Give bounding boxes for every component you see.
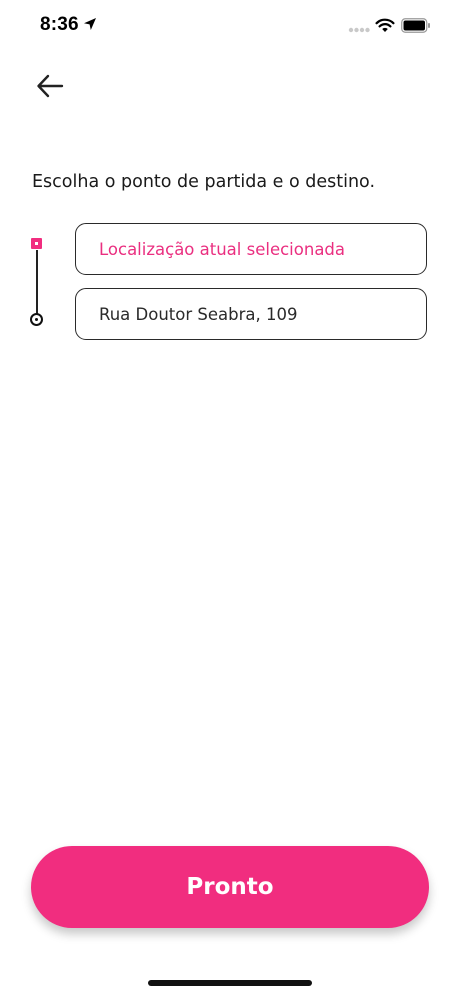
- origin-marker-icon: [31, 238, 42, 249]
- wifi-icon: [375, 18, 395, 32]
- instruction-text: Escolha o ponto de partida e o destino.: [32, 172, 376, 192]
- location-arrow-icon: [84, 18, 96, 30]
- back-button[interactable]: [30, 68, 70, 104]
- home-indicator: [148, 980, 312, 986]
- signal-icon: [348, 27, 370, 33]
- route-line: [36, 250, 38, 318]
- arrow-left-icon: [37, 74, 64, 98]
- origin-field-value: Localização atual selecionada: [99, 239, 346, 259]
- done-button[interactable]: Pronto: [31, 846, 429, 928]
- done-button-label: Pronto: [186, 874, 274, 900]
- status-bar: 8:36: [0, 0, 460, 52]
- destination-field-value: Rua Doutor Seabra, 109: [99, 304, 298, 324]
- status-time: 8:36: [40, 14, 79, 35]
- destination-field[interactable]: Rua Doutor Seabra, 109: [75, 288, 427, 340]
- destination-marker-icon: [30, 313, 43, 326]
- origin-field[interactable]: Localização atual selecionada: [75, 223, 427, 275]
- battery-icon: [401, 18, 430, 33]
